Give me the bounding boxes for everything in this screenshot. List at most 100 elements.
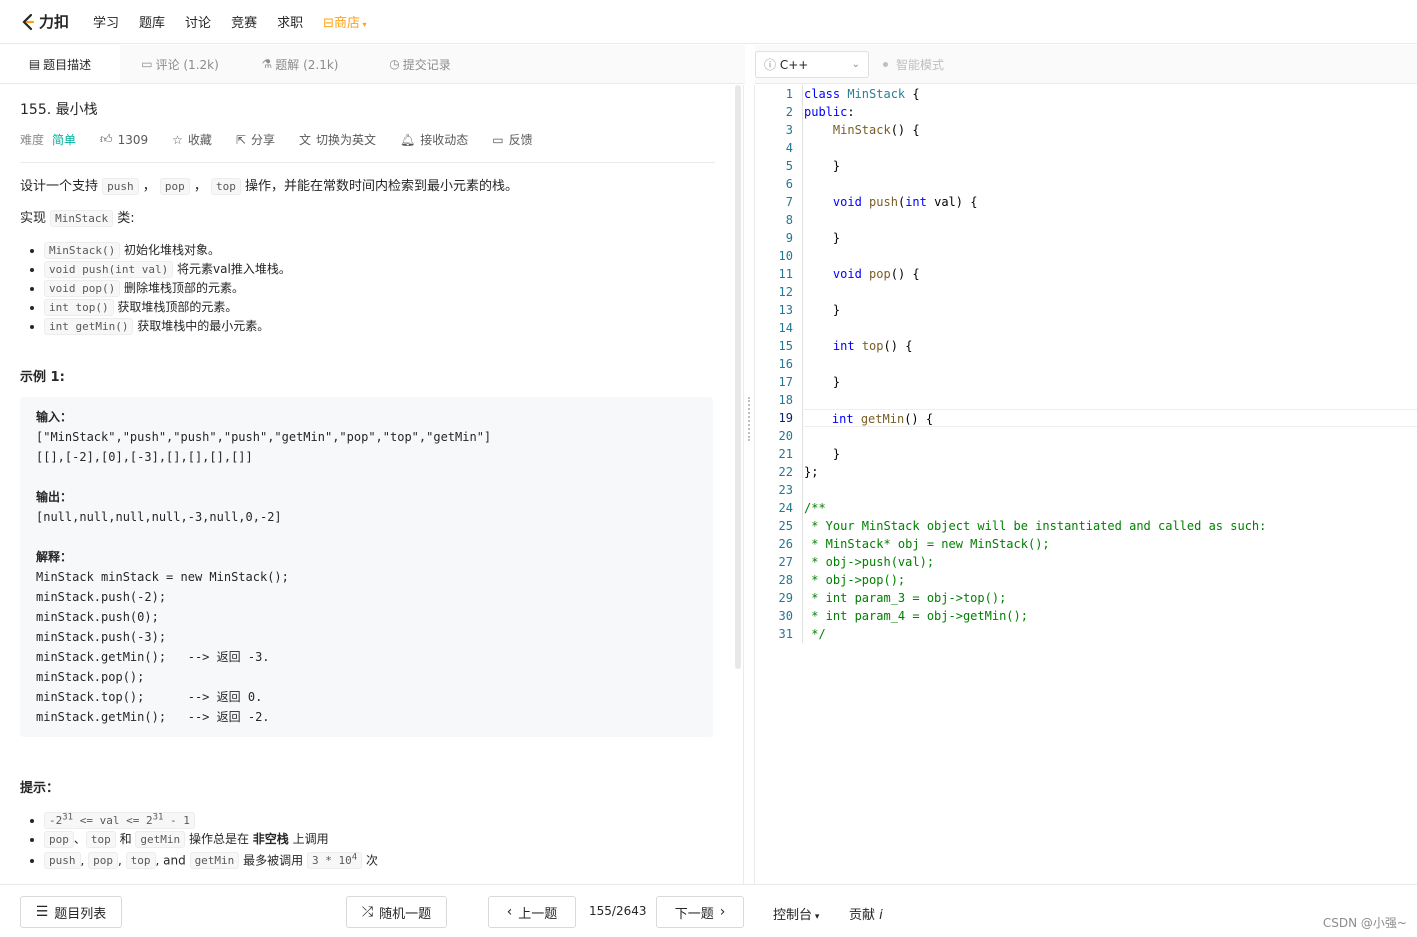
problem-tabs: ▤ 题目描述 ▭ 评论 (1.2k) ⚗ 题解 (2.1k) ◷ 提交记录 — [0, 45, 745, 84]
code-token: } — [804, 375, 841, 389]
code-token: } — [804, 159, 841, 173]
line-number: 29 — [778, 591, 793, 605]
problem-description: 155. 最小栈 难度 简单 👍︎ 1309 ☆ 收藏 ⇱ 分享 文切换为英文 🔔︎ 接… — [0, 85, 735, 883]
collect-label: 收藏 — [187, 133, 212, 147]
console-button[interactable]: 控制台 ▾ — [773, 904, 819, 923]
code-line[interactable]: * obj->push(val); — [803, 553, 1417, 571]
code-line[interactable]: * int param_4 = obj->getMin(); — [803, 607, 1417, 625]
code-line[interactable]: class MinStack { — [803, 85, 1417, 103]
pane-splitter[interactable] — [743, 85, 755, 884]
smart-mode-toggle[interactable]: 智能模式 — [883, 56, 944, 73]
nav-item-problems[interactable]: 题库 — [139, 12, 165, 31]
code-line[interactable]: */ — [803, 625, 1417, 643]
footer-bar: ☰ 题目列表 ⤮ 随机一题 ‹ 上一题 155/2643 下一题 › 控制台 ▾ 贡献 … — [0, 884, 1417, 937]
explain-label: 解释： — [36, 550, 73, 564]
line-number: 9 — [785, 231, 793, 245]
problem-meta: 难度 简单 👍︎ 1309 ☆ 收藏 ⇱ 分享 文切换为英文 🔔︎ 接收动态 ▭ 反馈 — [20, 131, 715, 163]
tab-submissions[interactable]: ◷ 提交记录 — [360, 45, 480, 83]
code-line[interactable]: } — [803, 157, 1417, 175]
code-line[interactable] — [803, 175, 1417, 193]
description-scrollbar[interactable] — [735, 85, 741, 669]
collect-button[interactable]: ☆ 收藏 — [172, 131, 212, 148]
nav-item-contest[interactable]: 竞赛 — [231, 12, 257, 31]
leetcode-logo[interactable]: 力扣 — [20, 11, 69, 32]
code-line[interactable] — [803, 391, 1417, 409]
code-line[interactable]: } — [803, 445, 1417, 463]
share-button[interactable]: ⇱ 分享 — [236, 131, 275, 148]
code-line[interactable]: * Your MinStack object will be instantia… — [803, 517, 1417, 535]
impl-text: 类: — [113, 211, 135, 226]
code-line[interactable] — [803, 319, 1417, 337]
code-token: * MinStack* obj = new MinStack(); — [804, 537, 1050, 551]
code-lines[interactable]: class MinStack {public: MinStack() { } v… — [802, 85, 1417, 643]
code-line[interactable]: int top() { — [803, 337, 1417, 355]
code-editor[interactable]: 1 2 3 4 5 6 7 8 9 10 11 12 13 14 15 16 17 18 19 20 21 22 23 24 2… — [756, 85, 1417, 883]
list-item: void pop() 删除堆栈顶部的元素。 — [44, 279, 715, 298]
info-icon: i — [875, 908, 883, 923]
code-line[interactable]: }; — [803, 463, 1417, 481]
switch-language-button[interactable]: 文切换为英文 — [299, 131, 376, 148]
code-line[interactable] — [803, 211, 1417, 229]
list-item: MinStack() 初始化堆栈对象。 — [44, 241, 715, 260]
code-token: () { — [890, 267, 920, 281]
method-text: 初始化堆栈对象。 — [120, 243, 221, 257]
code-line[interactable] — [803, 247, 1417, 265]
subscribe-button[interactable]: 🔔︎ 接收动态 — [400, 131, 468, 148]
line-number: 31 — [778, 627, 793, 641]
line-number: 4 — [785, 141, 793, 155]
code-pop: pop — [159, 178, 190, 195]
code-line[interactable]: void push(int val) { — [803, 193, 1417, 211]
code-line[interactable]: public: — [803, 103, 1417, 121]
line-number: 15 — [778, 339, 793, 353]
random-problem-button[interactable]: ⤮ 随机一题 — [346, 896, 447, 928]
nav-item-jobs[interactable]: 求职 — [277, 12, 303, 31]
clock-icon: ◷ — [389, 57, 400, 71]
line-number: 10 — [778, 249, 793, 263]
code-line[interactable]: int getMin() { — [802, 409, 1417, 427]
tab-solutions[interactable]: ⚗ 题解 (2.1k) — [240, 45, 360, 83]
difficulty-label: 难度 — [20, 133, 45, 147]
code-token: MinStack — [847, 87, 906, 101]
method-code: int getMin() — [44, 318, 134, 335]
code-line[interactable] — [803, 283, 1417, 301]
tab-comments[interactable]: ▭ 评论 (1.2k) — [120, 45, 240, 83]
code-line[interactable] — [803, 481, 1417, 499]
prev-problem-button[interactable]: ‹ 上一题 — [488, 896, 576, 928]
like-button[interactable]: 👍︎ 1309 — [100, 132, 148, 147]
input-line: ["MinStack","push","push","push","getMin… — [36, 430, 492, 444]
code-line[interactable] — [803, 139, 1417, 157]
code-line[interactable]: MinStack() { — [803, 121, 1417, 139]
code-line[interactable] — [803, 427, 1417, 445]
feedback-label: 反馈 — [508, 133, 533, 147]
code-line[interactable]: /** — [803, 499, 1417, 517]
code-line[interactable]: * obj->pop(); — [803, 571, 1417, 589]
code-token: }; — [804, 465, 819, 479]
output-line: [null,null,null,null,-3,null,0,-2] — [36, 510, 282, 524]
code-top: top — [211, 178, 241, 195]
nav-item-store[interactable]: ⊟商店 ▾ — [323, 12, 366, 31]
code-line[interactable]: void pop() { — [803, 265, 1417, 283]
feedback-button[interactable]: ▭ 反馈 — [492, 131, 532, 148]
code-line[interactable]: * int param_3 = obj->top(); — [803, 589, 1417, 607]
nav-item-discuss[interactable]: 讨论 — [185, 12, 211, 31]
watermark: CSDN @小强~ — [1322, 916, 1407, 930]
code-line[interactable]: * MinStack* obj = new MinStack(); — [803, 535, 1417, 553]
leetcode-logo-icon — [22, 13, 35, 30]
method-list: MinStack() 初始化堆栈对象。 void push(int val) 将… — [44, 241, 715, 336]
code-line[interactable]: } — [803, 229, 1417, 247]
problem-list-button[interactable]: ☰ 题目列表 — [20, 896, 122, 928]
language-select[interactable]: ⓘ C++ ⌄ — [755, 50, 869, 78]
tab-description[interactable]: ▤ 题目描述 — [0, 45, 120, 83]
drag-handle-icon — [748, 397, 750, 441]
line-number: 25 — [778, 519, 793, 533]
code-line[interactable] — [803, 355, 1417, 373]
contribute-button[interactable]: 贡献 i — [849, 904, 883, 923]
like-count: 1309 — [117, 132, 149, 147]
nav-item-learn[interactable]: 学习 — [93, 12, 119, 31]
code-line[interactable]: } — [803, 373, 1417, 391]
next-problem-button[interactable]: 下一题 › — [656, 896, 744, 928]
method-text: 将元素val推入堆栈。 — [173, 262, 291, 276]
code-line[interactable]: } — [803, 301, 1417, 319]
line-number: 18 — [778, 393, 793, 407]
